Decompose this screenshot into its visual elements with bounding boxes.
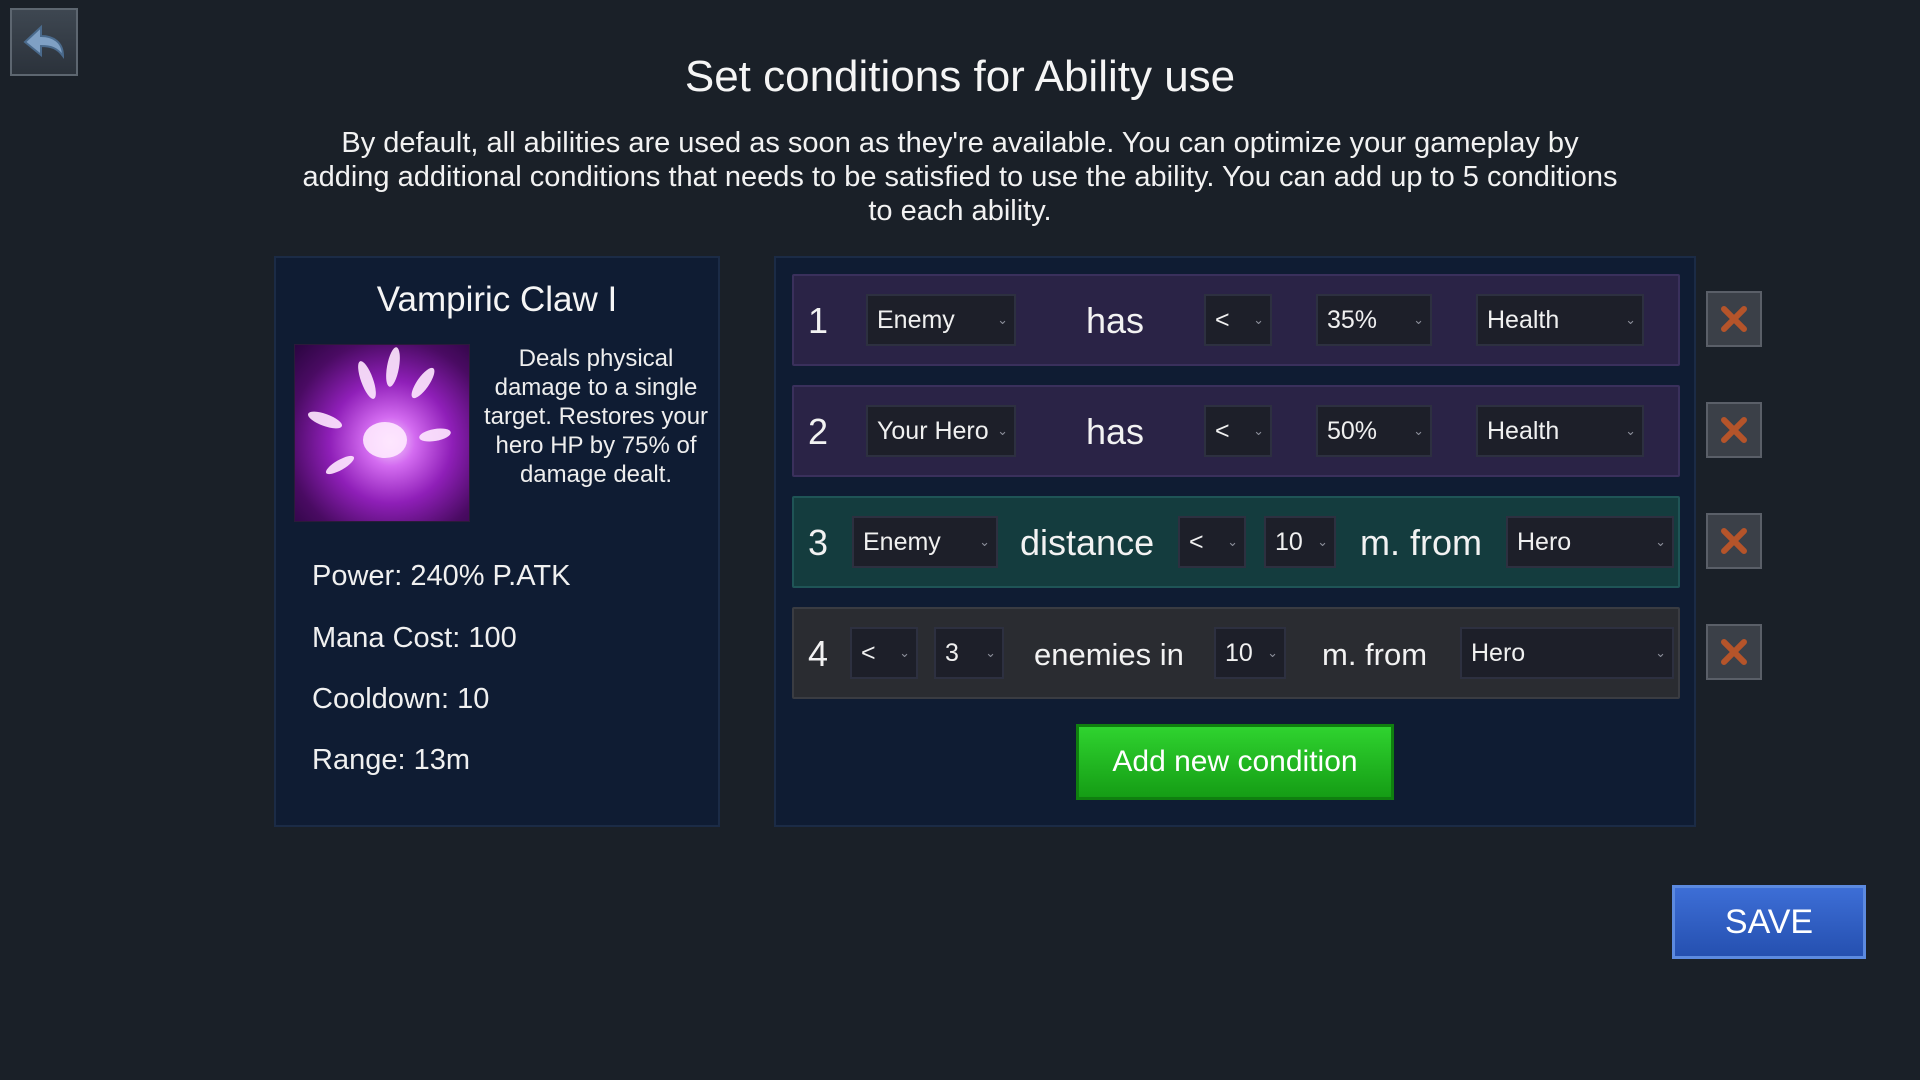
ability-card: Vampiric Claw I Deals physical damage to… — [274, 256, 720, 827]
condition-number: 1 — [808, 300, 829, 341]
value-dropdown[interactable]: 50% ⌄ — [1316, 405, 1432, 457]
verb-label: has — [1086, 411, 1145, 452]
ability-power: Power: 240% P.ATK — [312, 560, 571, 592]
chevron-down-icon: ⌄ — [1413, 423, 1424, 438]
distance-value: 10 — [1225, 639, 1253, 667]
target-value: Hero — [1471, 639, 1526, 667]
ability-mana-cost: Mana Cost: 100 — [312, 622, 517, 654]
operator-dropdown[interactable]: < ⌄ — [850, 627, 918, 679]
target-dropdown[interactable]: Hero ⌄ — [1506, 516, 1674, 568]
chevron-down-icon: ⌄ — [1267, 645, 1278, 660]
chevron-down-icon: ⌄ — [1253, 423, 1264, 438]
verb-label: has — [1086, 300, 1145, 341]
condition-row-3: 3 Enemy ⌄ distance < ⌄ 10 ⌄ m. from Hero ⌄ — [792, 496, 1680, 588]
add-condition-button[interactable]: Add new condition — [1076, 724, 1394, 800]
chevron-down-icon: ⌄ — [997, 312, 1008, 327]
chevron-down-icon: ⌄ — [1413, 312, 1424, 327]
close-x-icon — [1721, 528, 1747, 554]
condition-number: 4 — [808, 633, 829, 674]
condition-number: 3 — [808, 522, 829, 563]
page-title: Set conditions for Ability use — [684, 52, 1236, 101]
vampiric-claw-icon — [294, 344, 470, 522]
conditions-panel: 1 Enemy ⌄ has < ⌄ 35% ⌄ Health ⌄ 2 Your Hero… — [774, 256, 1696, 827]
delete-condition-3-button[interactable] — [1706, 513, 1762, 569]
delete-condition-2-button[interactable] — [1706, 402, 1762, 458]
save-button[interactable]: SAVE — [1672, 885, 1866, 959]
phrase-label: enemies in — [1034, 637, 1184, 672]
close-x-icon — [1721, 639, 1747, 665]
chevron-down-icon: ⌄ — [985, 645, 996, 660]
stat-value: Health — [1487, 417, 1560, 445]
ability-range: Range: 13m — [312, 744, 470, 776]
target-value: Hero — [1517, 528, 1572, 556]
chevron-down-icon: ⌄ — [1317, 534, 1328, 549]
value-text: 50% — [1327, 417, 1378, 445]
stat-value: Health — [1487, 306, 1560, 334]
subject-value: Enemy — [863, 528, 941, 556]
chevron-down-icon: ⌄ — [1625, 423, 1636, 438]
ability-name: Vampiric Claw I — [376, 280, 618, 319]
operator-dropdown[interactable]: < ⌄ — [1204, 294, 1272, 346]
operator-dropdown[interactable]: < ⌄ — [1204, 405, 1272, 457]
delete-condition-1-button[interactable] — [1706, 291, 1762, 347]
stat-dropdown[interactable]: Health ⌄ — [1476, 405, 1644, 457]
condition-number: 2 — [808, 411, 829, 452]
verb-label: distance — [1020, 522, 1155, 563]
ability-cooldown: Cooldown: 10 — [312, 683, 490, 715]
subject-dropdown[interactable]: Enemy ⌄ — [852, 516, 998, 568]
subject-dropdown[interactable]: Your Hero ⌄ — [866, 405, 1016, 457]
chevron-down-icon: ⌄ — [979, 534, 990, 549]
distance-dropdown[interactable]: 10 ⌄ — [1214, 627, 1286, 679]
operator-value: < — [861, 639, 876, 667]
distance-dropdown[interactable]: 10 ⌄ — [1264, 516, 1336, 568]
count-dropdown[interactable]: 3 ⌄ — [934, 627, 1004, 679]
condition-row-2: 2 Your Hero ⌄ has < ⌄ 50% ⌄ Health ⌄ — [792, 385, 1680, 477]
condition-row-4: 4 < ⌄ 3 ⌄ enemies in 10 ⌄ m. from Hero ⌄ — [792, 607, 1680, 699]
close-x-icon — [1721, 306, 1747, 332]
distance-value: 10 — [1275, 528, 1303, 556]
stat-dropdown[interactable]: Health ⌄ — [1476, 294, 1644, 346]
chevron-down-icon: ⌄ — [1655, 534, 1666, 549]
target-dropdown[interactable]: Hero ⌄ — [1460, 627, 1674, 679]
page-description: By default, all abilities are used as so… — [302, 127, 1618, 227]
chevron-down-icon: ⌄ — [1625, 312, 1636, 327]
operator-value: < — [1215, 417, 1230, 445]
subject-value: Your Hero — [877, 417, 989, 445]
value-text: 35% — [1327, 306, 1378, 334]
subject-dropdown[interactable]: Enemy ⌄ — [866, 294, 1016, 346]
condition-row-1: 1 Enemy ⌄ has < ⌄ 35% ⌄ Health ⌄ — [792, 274, 1680, 366]
close-x-icon — [1721, 417, 1747, 443]
chevron-down-icon: ⌄ — [1227, 534, 1238, 549]
chevron-down-icon: ⌄ — [1655, 645, 1666, 660]
chevron-down-icon: ⌄ — [1253, 312, 1264, 327]
chevron-down-icon: ⌄ — [899, 645, 910, 660]
value-dropdown[interactable]: 35% ⌄ — [1316, 294, 1432, 346]
ability-description: Deals physical damage to a single target… — [483, 345, 709, 488]
chevron-down-icon: ⌄ — [997, 423, 1008, 438]
count-value: 3 — [945, 639, 959, 667]
operator-value: < — [1189, 528, 1204, 556]
subject-value: Enemy — [877, 306, 955, 334]
operator-value: < — [1215, 306, 1230, 334]
unit-label: m. from — [1322, 637, 1428, 672]
operator-dropdown[interactable]: < ⌄ — [1178, 516, 1246, 568]
unit-label: m. from — [1360, 522, 1482, 563]
delete-condition-4-button[interactable] — [1706, 624, 1762, 680]
